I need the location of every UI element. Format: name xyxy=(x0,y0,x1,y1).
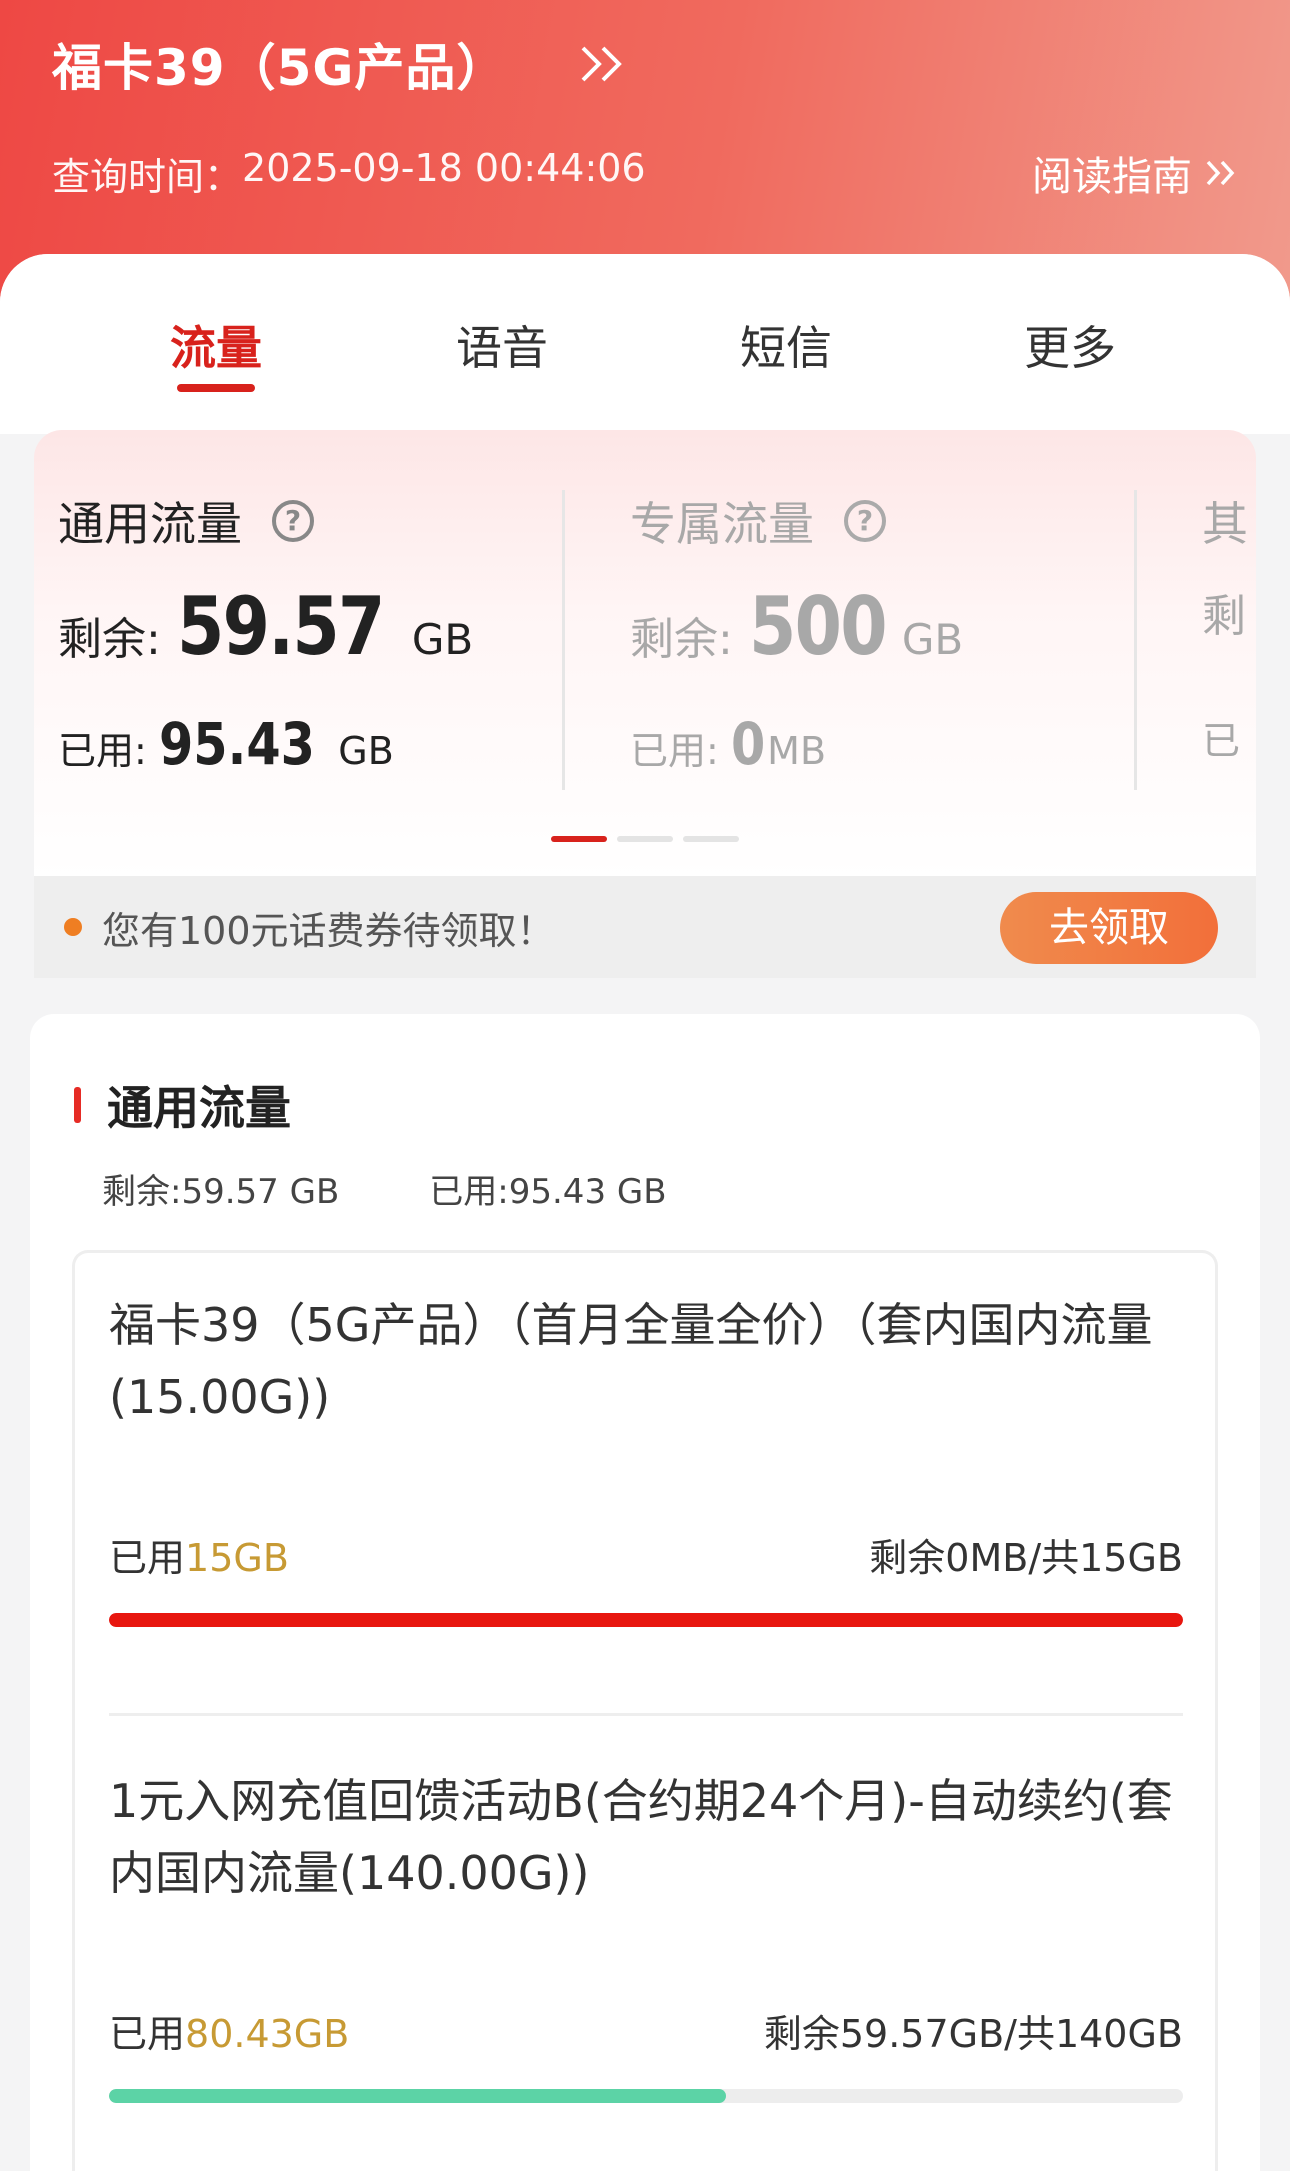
remain-row: 剩余: 500 GB xyxy=(630,580,963,673)
used-row: 已用: 0 MB xyxy=(630,710,826,778)
used-label: 已用 xyxy=(109,1536,186,1580)
used-row: 已用: 95.43 GB xyxy=(58,710,394,778)
remain-summary: 剩余:59.57 GB xyxy=(102,1172,340,1212)
package-remain-total: 剩余59.57GB/共140GB xyxy=(763,2012,1183,2056)
remain-unit: GB xyxy=(411,615,474,664)
package-item[interactable]: 福卡39（5G产品）（首月全量全价）（套内国内流量(15.00G)) xyxy=(109,1289,1183,1433)
plan-selector[interactable]: 福卡39（5G产品） xyxy=(52,28,627,100)
package-progress-fill xyxy=(109,2089,726,2103)
tab-data-label[interactable]: 流量 xyxy=(170,321,262,375)
remain-label: 剩余: xyxy=(630,614,733,665)
usage-card-title-text: 专属流量 xyxy=(630,497,814,551)
remain-value: 59.57 xyxy=(176,580,385,673)
tab-voice[interactable]: 语音 xyxy=(382,312,622,378)
data-detail-section: 通用流量 剩余:59.57 GB 已用:95.43 GB 福卡39（5G产品）（… xyxy=(30,1014,1260,2171)
plan-name[interactable]: 福卡39（5G产品） xyxy=(52,28,507,100)
carousel-dot[interactable] xyxy=(617,836,673,842)
tab-more-label[interactable]: 更多 xyxy=(1024,321,1116,375)
used-value: 0 xyxy=(730,710,766,778)
usage-card-title-text: 其 xyxy=(1202,497,1248,551)
section-summary: 剩余:59.57 GB 已用:95.43 GB xyxy=(102,1164,667,1213)
package-progress-track xyxy=(109,2089,1183,2103)
section-title-text: 通用流量 xyxy=(107,1081,291,1135)
package-divider xyxy=(109,1713,1183,1716)
usage-carousel[interactable]: 通用流量 ? 剩余: 59.57 GB 已用: 95.43 GB 专属流量 ? … xyxy=(34,430,1256,878)
remain-row: 剩余: 59.57 GB xyxy=(58,580,473,673)
used-label: 已用: xyxy=(630,729,719,773)
coupon-banner: 您有100元话费券待领取！ 去领取 xyxy=(34,876,1256,978)
query-time-row: 查询时间： 2025-09-18 00:44:06 xyxy=(52,146,646,201)
remain-label: 剩余: xyxy=(58,614,161,665)
reading-guide-link[interactable]: 阅读指南 xyxy=(1032,144,1238,202)
query-time-label: 查询时间： xyxy=(52,155,243,199)
used-summary: 已用:95.43 GB xyxy=(429,1172,667,1212)
usage-card-title: 其 xyxy=(1202,488,1248,554)
carousel-dot-active[interactable] xyxy=(551,836,607,842)
package-progress-track xyxy=(109,1613,1183,1627)
column-divider xyxy=(562,490,565,790)
active-tab-indicator xyxy=(177,384,255,392)
help-icon[interactable]: ? xyxy=(844,500,886,542)
remain-row: 剩 xyxy=(1202,580,1246,644)
used-label: 已用: xyxy=(58,729,147,773)
reading-guide-label[interactable]: 阅读指南 xyxy=(1032,144,1192,202)
coupon-text: 您有100元话费券待领取！ xyxy=(102,908,555,953)
package-progress-fill xyxy=(109,1613,1183,1627)
package-name: 1元入网充值回馈活动B(合约期24个月)-自动续约(套内国内流量(140.00G… xyxy=(109,1774,1173,1900)
carousel-indicator xyxy=(551,836,739,842)
help-icon[interactable]: ? xyxy=(272,500,314,542)
tab-voice-label[interactable]: 语音 xyxy=(456,321,548,375)
section-title: 通用流量 xyxy=(74,1072,291,1138)
usage-card-title: 通用流量 ? xyxy=(58,488,314,554)
used-amount: 80.43GB xyxy=(185,2012,350,2056)
usage-card-title-text: 通用流量 xyxy=(58,497,242,551)
used-unit: GB xyxy=(338,729,394,773)
remain-unit: GB xyxy=(901,615,964,664)
section-accent-bar xyxy=(74,1087,81,1123)
double-chevron-right-icon xyxy=(1206,160,1235,186)
remain-label: 剩 xyxy=(1202,591,1246,642)
used-row: 已 xyxy=(1202,710,1240,765)
claim-coupon-button[interactable]: 去领取 xyxy=(1000,892,1218,964)
used-label: 已 xyxy=(1202,719,1241,763)
package-remain-total: 剩余0MB/共15GB xyxy=(869,1536,1183,1580)
tab-container: 流量 语音 短信 更多 xyxy=(0,254,1290,434)
package-list: 福卡39（5G产品）（首月全量全价）（套内国内流量(15.00G)) 已用15G… xyxy=(72,1250,1218,2171)
used-label: 已用 xyxy=(109,2012,186,2056)
used-unit: MB xyxy=(767,729,827,773)
bullet-dot-icon xyxy=(64,918,82,936)
tab-more[interactable]: 更多 xyxy=(950,312,1190,378)
package-name: 福卡39（5G产品）（首月全量全价）（套内国内流量(15.00G)) xyxy=(109,1298,1153,1424)
usage-card-title: 专属流量 ? xyxy=(630,488,886,554)
tab-sms[interactable]: 短信 xyxy=(666,312,906,378)
used-value: 95.43 xyxy=(158,710,315,778)
used-amount: 15GB xyxy=(185,1536,289,1580)
carousel-dot[interactable] xyxy=(683,836,739,842)
tab-data[interactable]: 流量 xyxy=(96,312,336,392)
package-usage-row: 已用15GB 剩余0MB/共15GB xyxy=(109,1527,1183,1582)
tab-bar: 流量 语音 短信 更多 xyxy=(0,312,1290,412)
remain-value: 500 xyxy=(748,580,888,673)
double-chevron-right-icon[interactable] xyxy=(577,42,627,86)
package-usage-row: 已用80.43GB 剩余59.57GB/共140GB xyxy=(109,2003,1183,2058)
column-divider xyxy=(1134,490,1137,790)
query-time-value: 2025-09-18 00:44:06 xyxy=(242,146,646,190)
package-used: 已用15GB xyxy=(109,1527,289,1582)
package-used: 已用80.43GB xyxy=(109,2003,349,2058)
tab-sms-label[interactable]: 短信 xyxy=(740,321,832,375)
package-item[interactable]: 1元入网充值回馈活动B(合约期24个月)-自动续约(套内国内流量(140.00G… xyxy=(109,1765,1183,1909)
